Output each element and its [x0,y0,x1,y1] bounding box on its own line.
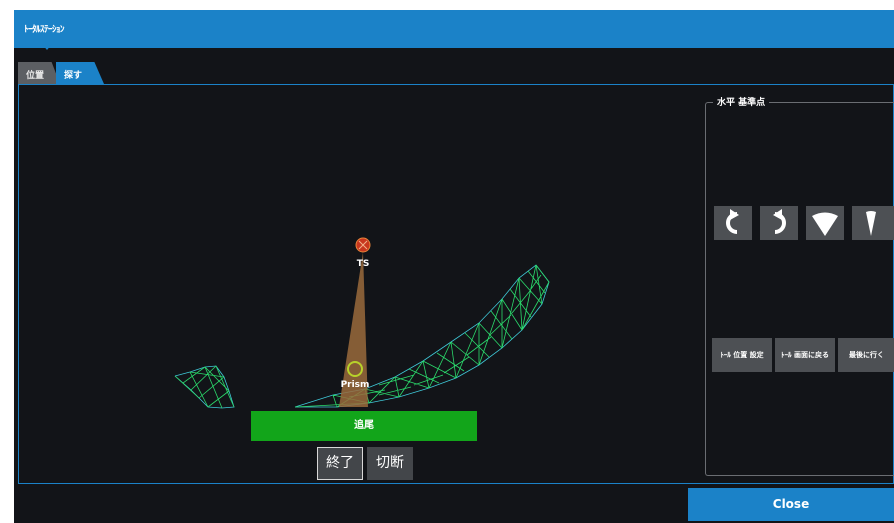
fan-narrow-icon [866,211,876,236]
window-title: ﾄｰﾀﾙｽﾃｰｼｮﾝ [24,25,65,35]
return-to-tool-screen-button[interactable]: ﾄｰﾙ 画面に戻る [775,338,835,372]
reference-point-legend: 水平 基準点 [713,95,770,108]
title-bar: ﾄｰﾀﾙｽﾃｰｼｮﾝ [14,10,894,50]
tab-search[interactable]: 探す [56,62,104,84]
disconnect-button[interactable]: 切断 [367,447,413,480]
prism-label: Prism [341,380,370,390]
rotate-left-button[interactable] [714,206,752,240]
go-to-last-button[interactable]: 最後に行く [838,338,894,372]
fan-narrow-button[interactable] [852,206,894,240]
fan-wide-button[interactable] [806,206,844,240]
close-button[interactable]: Close [688,488,894,521]
left-mesh [174,365,235,409]
rotate-right-button[interactable] [760,206,798,240]
title-notch [42,44,52,50]
set-tool-position-button[interactable]: ﾄｰﾙ 位置 設定 [712,338,772,372]
rotate-left-icon [726,209,739,234]
main-mesh [294,264,550,408]
end-button[interactable]: 終了 [317,447,363,480]
rotate-right-icon [773,209,786,234]
track-button[interactable]: 追尾 [251,411,477,441]
app-window: ﾄｰﾀﾙｽﾃｰｼｮﾝ 位置 探す TS Prism 追尾 終了 切断 水平 基準… [14,10,894,523]
ts-label: TS [357,259,370,269]
search-panel: TS Prism 追尾 終了 切断 水平 基準点 ﾄｰﾙ 位置 設定 ﾄｰﾙ 画… [18,84,894,484]
tab-position[interactable]: 位置 [18,62,60,84]
fan-wide-icon [812,212,838,236]
reference-point-group [705,102,894,476]
